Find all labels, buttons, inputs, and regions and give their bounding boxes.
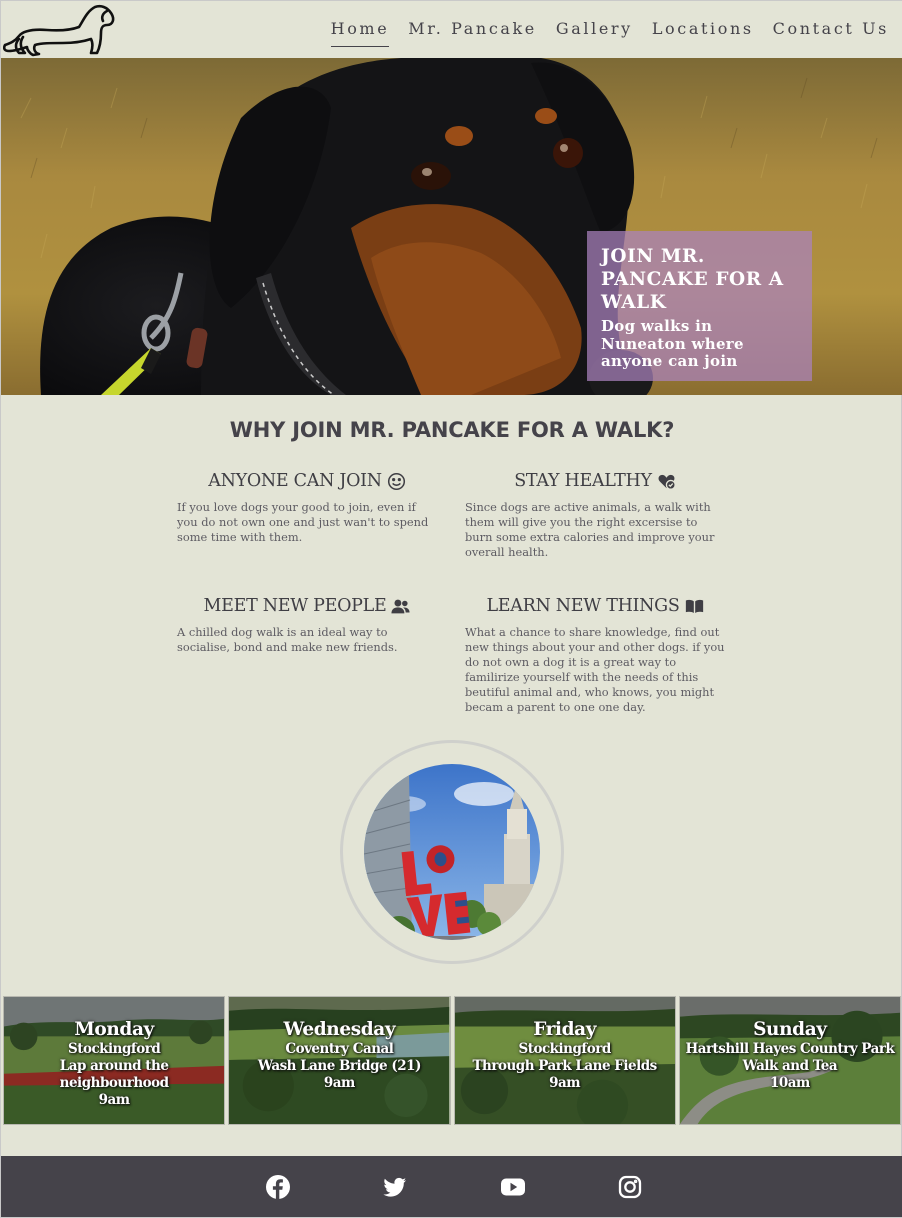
feature-stay-healthy: STAY HEALTHY Since dogs are active anima…	[465, 468, 725, 560]
schedule-place: Stockingford	[67, 1041, 161, 1057]
nav-gallery[interactable]: Gallery	[556, 19, 633, 44]
schedule-time: 10am	[769, 1075, 810, 1091]
site-footer	[1, 1156, 902, 1217]
feature-title: LEARN NEW THINGS	[486, 596, 680, 616]
youtube-icon[interactable]	[500, 1174, 526, 1200]
nav-home[interactable]: Home	[330, 19, 390, 47]
hero-subtitle: Dog walks in Nuneaton where anyone can j…	[601, 317, 744, 370]
book-open-icon	[685, 599, 703, 613]
schedule-time: 9am	[323, 1075, 355, 1091]
schedule-detail: Lap around the neighbourhood	[59, 1058, 169, 1091]
site-header: Home Mr. Pancake Gallery Locations Conta…	[1, 1, 902, 58]
schedule-card-sunday[interactable]: Sunday Hartshill Hayes Country Park Walk…	[678, 996, 901, 1125]
schedule-time: 9am	[98, 1092, 130, 1108]
feature-description: Since dogs are active animals, a walk wi…	[465, 500, 715, 559]
main-nav: Home Mr. Pancake Gallery Locations Conta…	[312, 19, 889, 47]
facebook-icon[interactable]	[265, 1174, 291, 1200]
schedule-time: 9am	[549, 1075, 581, 1091]
schedule-card-friday[interactable]: Friday Stockingford Through Park Lane Fi…	[453, 996, 676, 1125]
walk-schedule: Monday Stockingford Lap around the neigh…	[3, 996, 901, 1125]
feature-description: A chilled dog walk is an ideal way to so…	[177, 625, 398, 654]
schedule-place: Coventry Canal	[285, 1041, 394, 1057]
instagram-icon[interactable]	[617, 1174, 643, 1200]
hero-banner: JOIN MR. PANCAKE FOR A WALK Dog walks in…	[1, 58, 902, 395]
schedule-day: Wednesday	[283, 1019, 396, 1040]
schedule-detail: Wash Lane Bridge (21)	[257, 1058, 422, 1074]
users-icon	[391, 599, 411, 613]
feature-description: What a chance to share knowledge, find o…	[465, 625, 725, 714]
hero-callout: JOIN MR. PANCAKE FOR A WALK Dog walks in…	[587, 231, 812, 381]
feature-meet-new-people: MEET NEW PEOPLE A chilled dog walk is an…	[177, 593, 437, 655]
feature-description: If you love dogs your good to join, even…	[177, 500, 429, 544]
nav-locations[interactable]: Locations	[652, 19, 754, 44]
smile-icon	[387, 472, 405, 490]
why-section-title: WHY JOIN MR. PANCAKE FOR A WALK?	[229, 418, 675, 442]
feature-title: ANYONE CAN JOIN	[208, 471, 382, 491]
heart-check-icon	[658, 474, 676, 490]
schedule-day: Monday	[74, 1019, 154, 1040]
schedule-card-monday[interactable]: Monday Stockingford Lap around the neigh…	[3, 996, 226, 1125]
schedule-card-wednesday[interactable]: Wednesday Coventry Canal Wash Lane Bridg…	[228, 996, 451, 1125]
nav-mr-pancake[interactable]: Mr. Pancake	[408, 19, 537, 44]
schedule-day: Sunday	[753, 1019, 827, 1040]
dachshund-logo-icon[interactable]	[3, 3, 115, 57]
schedule-place: Stockingford	[518, 1041, 611, 1057]
love-sculpture-photo	[364, 764, 540, 940]
feature-title: MEET NEW PEOPLE	[203, 596, 387, 616]
hero-title: JOIN MR. PANCAKE FOR A WALK	[601, 246, 784, 313]
feature-title: STAY HEALTHY	[514, 471, 652, 491]
schedule-detail: Walk and Tea	[742, 1058, 838, 1074]
nav-contact-us[interactable]: Contact Us	[773, 19, 889, 44]
schedule-place: Hartshill Hayes Country Park	[685, 1041, 895, 1057]
feature-learn-new-things: LEARN NEW THINGS What a chance to share …	[465, 593, 725, 715]
feature-anyone-can-join: ANYONE CAN JOIN If you love dogs your go…	[177, 468, 437, 545]
twitter-icon[interactable]	[382, 1174, 408, 1200]
schedule-detail: Through Park Lane Fields	[472, 1058, 657, 1074]
schedule-day: Friday	[533, 1019, 597, 1040]
